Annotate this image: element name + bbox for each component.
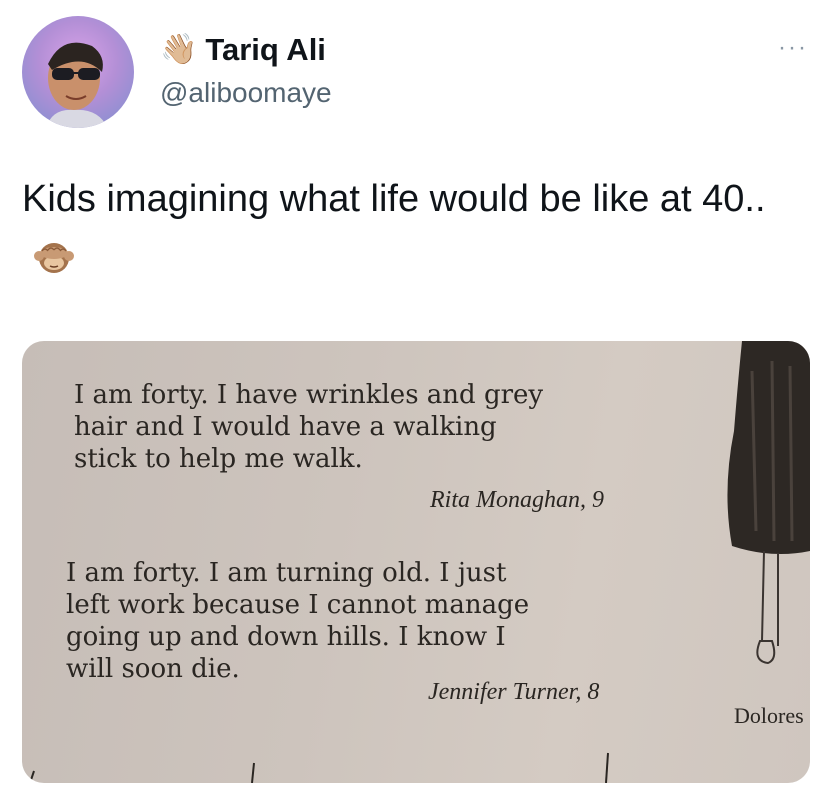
quote-line: going up and down hills. I know I [66,622,506,652]
scan-marks [29,752,609,783]
figure-drawing-icon [727,341,810,665]
quote-line: left work because I cannot manage [66,590,530,620]
quote-line: I am forty. I am turning old. I just [66,558,507,588]
signature-jennifer: Jennifer Turner, 8 [428,679,600,705]
avatar[interactable] [22,16,134,128]
tweet-body: Kids imagining what life would be like a… [22,178,766,220]
signature-rita: Rita Monaghan, 9 [430,487,604,513]
display-name[interactable]: Tariq Ali [205,32,326,68]
attached-photo[interactable]: I am forty. I have wrinkles and grey hai… [22,341,810,783]
tweet-text: Kids imagining what life would be like a… [22,172,812,282]
waving-hand-icon: 👋🏼 [160,33,198,66]
quote-line: hair and I would have a walking [74,412,497,442]
quote-rita: I am forty. I have wrinkles and grey hai… [74,379,543,475]
see-no-evil-monkey-icon [32,234,76,278]
user-handle[interactable]: @aliboomaye [160,77,332,109]
quote-line: I am forty. I have wrinkles and grey [74,380,544,410]
profile-photo-icon [46,42,108,128]
more-options-icon[interactable]: ··· [778,34,808,62]
quote-jennifer: I am forty. I am turning old. I just lef… [66,557,529,685]
quote-line: stick to help me walk. [74,444,363,474]
